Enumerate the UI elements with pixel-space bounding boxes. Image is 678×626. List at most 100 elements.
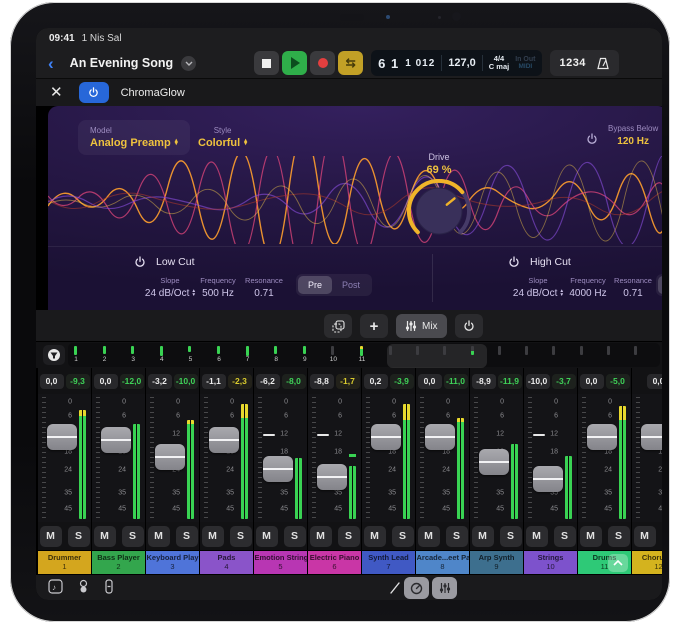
style-selector[interactable]: Style Colorful ▴▾	[198, 126, 247, 149]
add-track-button[interactable]: +	[360, 314, 388, 338]
copy-button[interactable]	[324, 314, 352, 338]
count-in-button[interactable]: 1234	[559, 57, 585, 69]
track-tile[interactable]: Strings10	[524, 550, 577, 574]
track-tile[interactable]: Arcade...eet Pad8	[416, 550, 469, 574]
high-cut-resonance[interactable]: Resonance 0.71	[614, 276, 652, 299]
fader-cap[interactable]	[317, 464, 347, 490]
model-selector[interactable]: Model Analog Preamp ▴▾	[78, 120, 190, 155]
track-tile[interactable]: Emotion Strings5	[254, 550, 307, 574]
volume-value[interactable]: -6,2	[256, 374, 280, 389]
track-tile[interactable]: Drummer1	[38, 550, 91, 574]
solo-button[interactable]: S	[284, 526, 306, 547]
play-button[interactable]	[282, 51, 307, 75]
fader-cap[interactable]	[641, 424, 662, 450]
solo-button[interactable]: S	[230, 526, 252, 547]
mute-button[interactable]: M	[256, 526, 278, 547]
drive-knob[interactable]	[407, 179, 471, 243]
lcd-display[interactable]: 6 1 1 012 127,0 4/4 C maj In Out MIDI	[371, 50, 542, 76]
high-cut-prepost-toggle[interactable]: Pre Post	[656, 274, 662, 296]
stop-button[interactable]	[254, 51, 279, 75]
post-option[interactable]: Post	[332, 276, 370, 294]
track-tile[interactable]: Drums11	[578, 550, 631, 574]
mute-button[interactable]: M	[580, 526, 602, 547]
mute-button[interactable]: M	[364, 526, 386, 547]
mute-button[interactable]: M	[418, 526, 440, 547]
power-icon[interactable]	[508, 256, 520, 268]
fader-tools-icon[interactable]	[104, 579, 114, 594]
volume-value[interactable]: 0,2	[364, 374, 388, 389]
loop-browser-icon[interactable]: ♪	[48, 579, 63, 594]
track-tile[interactable]: Electric Piano6	[308, 550, 361, 574]
bypass-below-control[interactable]: Bypass Below 120 Hz	[608, 124, 658, 147]
volume-value[interactable]: -3,2	[148, 374, 172, 389]
fader-cap[interactable]	[209, 427, 239, 453]
plugin-power-button[interactable]	[79, 82, 109, 103]
solo-button[interactable]: S	[122, 526, 144, 547]
solo-button[interactable]: S	[68, 526, 90, 547]
volume-value[interactable]: 0,0	[418, 374, 442, 389]
filter-tracks-button[interactable]	[43, 345, 65, 365]
fader-cap[interactable]	[47, 424, 77, 450]
fader-cap[interactable]	[479, 449, 509, 475]
bypass-power-button[interactable]	[586, 132, 598, 150]
volume-value[interactable]: -8,9	[472, 374, 496, 389]
expand-track-button[interactable]	[608, 554, 628, 572]
record-button[interactable]	[310, 51, 335, 75]
low-cut-slope[interactable]: Slope 24 dB/Oct ▴▾	[145, 276, 195, 299]
mixer-power-button[interactable]	[455, 314, 483, 338]
solo-button[interactable]: S	[500, 526, 522, 547]
fader-cap[interactable]	[587, 424, 617, 450]
mute-button[interactable]: M	[94, 526, 116, 547]
cycle-button[interactable]: ⇆	[338, 51, 363, 75]
high-cut-slope[interactable]: Slope 24 dB/Oct ▴▾	[513, 276, 563, 299]
pencil-icon[interactable]	[388, 581, 402, 595]
pre-option[interactable]: Pre	[658, 276, 662, 294]
close-plugin-icon[interactable]: ✕	[50, 85, 63, 100]
volume-value[interactable]: -8,8	[310, 374, 334, 389]
knob-view-button[interactable]	[404, 577, 429, 599]
low-cut-resonance[interactable]: Resonance 0.71	[245, 276, 283, 299]
solo-button[interactable]: S	[608, 526, 630, 547]
solo-button[interactable]: S	[662, 526, 663, 547]
fader-cap[interactable]	[371, 424, 401, 450]
track-tile[interactable]: Arp Synth9	[470, 550, 523, 574]
volume-value[interactable]: 0,0	[647, 374, 663, 389]
mute-button[interactable]: M	[202, 526, 224, 547]
mute-button[interactable]: M	[148, 526, 170, 547]
song-title[interactable]: An Evening Song	[70, 56, 173, 70]
fader-cap[interactable]	[101, 427, 131, 453]
low-cut-frequency[interactable]: Frequency 500 Hz	[200, 276, 235, 299]
fader-cap[interactable]	[263, 456, 293, 482]
volume-value[interactable]: -10,0	[526, 374, 550, 389]
high-cut-frequency[interactable]: Frequency 4000 Hz	[569, 276, 606, 299]
mute-button[interactable]: M	[634, 526, 656, 547]
pre-option[interactable]: Pre	[298, 276, 332, 294]
navigator-ribbon[interactable]: 1234567891011	[68, 343, 660, 367]
volume-value[interactable]: -1,1	[202, 374, 226, 389]
mix-button[interactable]: Mix	[396, 314, 447, 338]
volume-value[interactable]: 0,0	[580, 374, 604, 389]
solo-button[interactable]: S	[338, 526, 360, 547]
title-menu-button[interactable]	[181, 56, 196, 71]
solo-button[interactable]: S	[176, 526, 198, 547]
solo-button[interactable]: S	[392, 526, 414, 547]
track-tile[interactable]: Chorus V12	[632, 550, 662, 574]
fader-cap[interactable]	[155, 444, 185, 470]
mute-button[interactable]: M	[310, 526, 332, 547]
faders-view-button[interactable]	[432, 577, 457, 599]
low-cut-prepost-toggle[interactable]: Pre Post	[296, 274, 372, 296]
volume-value[interactable]: 0,0	[40, 374, 64, 389]
drive-control[interactable]: Drive 69 %	[399, 152, 479, 248]
mute-button[interactable]: M	[472, 526, 494, 547]
track-tile[interactable]: Bass Player2	[92, 550, 145, 574]
solo-button[interactable]: S	[554, 526, 576, 547]
volume-value[interactable]: 0,0	[94, 374, 118, 389]
track-tile[interactable]: Synth Lead7	[362, 550, 415, 574]
back-chevron-icon[interactable]: ‹	[48, 55, 54, 72]
track-tile[interactable]: Pads4	[200, 550, 253, 574]
metronome-icon[interactable]	[596, 57, 610, 70]
power-icon[interactable]	[134, 256, 146, 268]
mute-button[interactable]: M	[526, 526, 548, 547]
fader-cap[interactable]	[533, 466, 563, 492]
solo-button[interactable]: S	[446, 526, 468, 547]
